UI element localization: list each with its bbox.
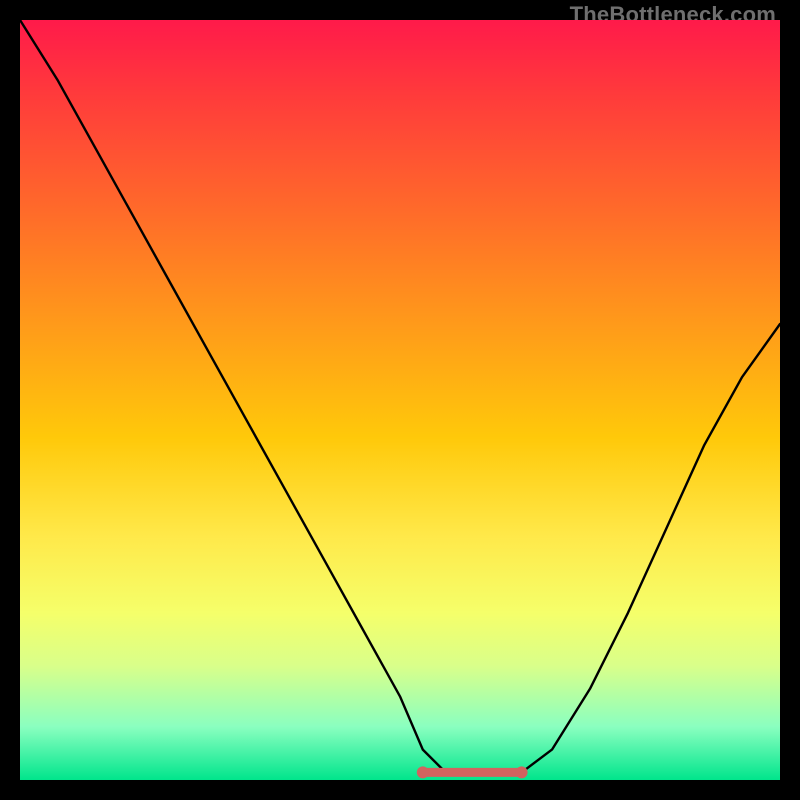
bottleneck-curve	[20, 20, 780, 780]
plot-area	[20, 20, 780, 780]
chart-frame: TheBottleneck.com	[0, 0, 800, 800]
